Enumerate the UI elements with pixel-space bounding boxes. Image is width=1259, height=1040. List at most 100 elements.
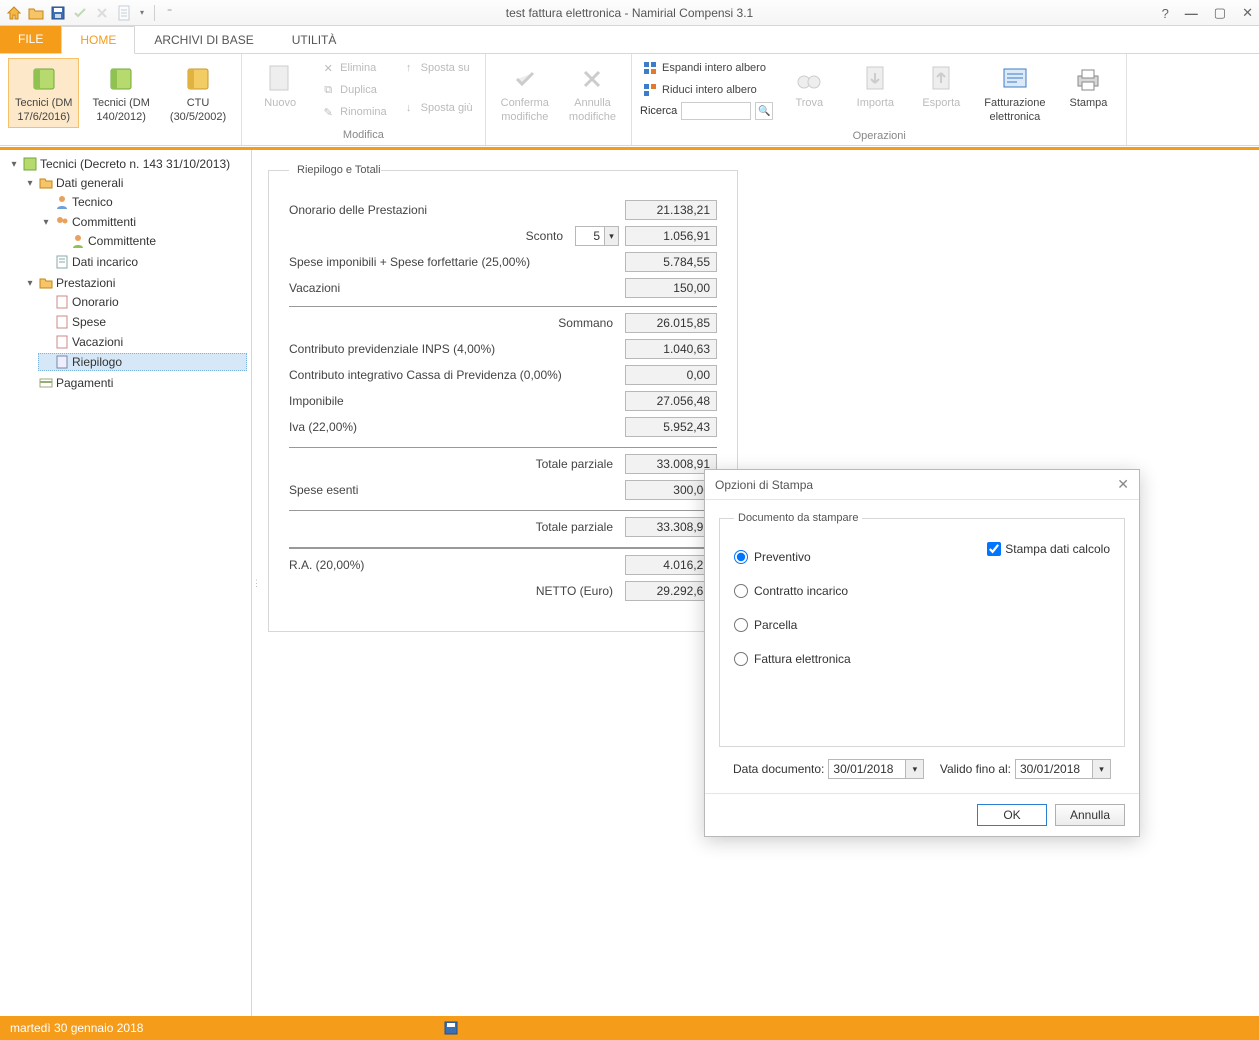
stampa-button[interactable]: Stampa [1058, 58, 1118, 114]
tecnici-dm-2016-button[interactable]: Tecnici (DM 17/6/2016) [8, 58, 79, 128]
imponibile-label: Imponibile [289, 394, 619, 408]
tecnici-dm-2012-button[interactable]: Tecnici (DM 140/2012) [85, 58, 156, 128]
collapse-tree-icon [642, 82, 658, 98]
riduci-albero-button[interactable]: Riduci intero albero [640, 80, 773, 100]
ok-button[interactable]: OK [977, 804, 1047, 826]
minimize-icon[interactable]: — [1185, 6, 1198, 21]
chevron-down-icon[interactable]: ▾ [140, 8, 144, 17]
valido-fino-label: Valido fino al: [940, 762, 1011, 776]
ra-label: R.A. (20,00%) [289, 558, 619, 572]
tree-prestazioni[interactable]: ▾Prestazioni [22, 274, 247, 292]
sconto-stepper[interactable]: 5 ▾ [575, 226, 619, 246]
export-icon [925, 63, 957, 95]
qat-overflow-icon[interactable]: ⁼ [167, 7, 172, 18]
ctu-button[interactable]: CTU (30/5/2002) [163, 58, 233, 128]
tab-utilita[interactable]: UTILITÀ [273, 25, 356, 53]
tree-committenti[interactable]: ▾Committenti [38, 213, 247, 231]
radio-contratto[interactable]: Contratto incarico [734, 584, 848, 598]
quick-access-toolbar: ▾ ⁼ test fattura elettronica - Namirial … [0, 0, 1259, 26]
help-icon[interactable]: ? [1162, 6, 1169, 21]
form-icon [54, 254, 70, 270]
tab-file[interactable]: FILE [0, 25, 61, 53]
chevron-down-icon[interactable]: ▾ [906, 759, 924, 779]
people-icon [54, 214, 70, 230]
radio-parcella[interactable]: Parcella [734, 618, 797, 632]
radio-fattura-elettronica[interactable]: Fattura elettronica [734, 652, 851, 666]
data-documento-field[interactable]: 30/01/2018 [828, 759, 906, 779]
save-icon[interactable] [443, 1020, 459, 1036]
importa-button: Importa [845, 58, 905, 114]
iva-value: 5.952,43 [625, 417, 717, 437]
tree-committente[interactable]: Committente [54, 232, 247, 250]
search-input[interactable] [681, 102, 751, 120]
tree-root[interactable]: ▾Tecnici (Decreto n. 143 31/10/2013) [6, 155, 247, 173]
chevron-down-icon[interactable]: ▾ [604, 227, 618, 245]
cancel-icon[interactable] [94, 5, 110, 21]
tab-archivi[interactable]: ARCHIVI DI BASE [135, 25, 272, 53]
document-icon[interactable] [116, 5, 132, 21]
sconto-label: Sconto [289, 229, 569, 243]
arrow-down-icon: ↓ [401, 100, 417, 116]
project-tree[interactable]: ▾Tecnici (Decreto n. 143 31/10/2013) ▾Da… [4, 154, 247, 394]
data-documento-label: Data documento: [733, 762, 824, 776]
home-icon[interactable] [6, 5, 22, 21]
annulla-button[interactable]: Annulla [1055, 804, 1125, 826]
ribbon-tabs: FILE HOME ARCHIVI DI BASE UTILITÀ [0, 26, 1259, 54]
status-bar: martedì 30 gennaio 2018 [0, 1016, 1259, 1040]
group-label: Modifica [250, 127, 476, 143]
espandi-albero-button[interactable]: Espandi intero albero [640, 58, 773, 78]
tree-spese[interactable]: Spese [38, 313, 247, 331]
booklet-icon [182, 63, 214, 95]
inps-value: 1.040,63 [625, 339, 717, 359]
vacazioni-value: 150,00 [625, 278, 717, 298]
import-icon [859, 63, 891, 95]
person-icon [70, 233, 86, 249]
trova-button: Trova [779, 58, 839, 114]
inps-label: Contributo previdenziale INPS (4,00%) [289, 342, 619, 356]
onorario-value: 21.138,21 [625, 200, 717, 220]
tree-onorario[interactable]: Onorario [38, 293, 247, 311]
tree-pane: ▾Tecnici (Decreto n. 143 31/10/2013) ▾Da… [0, 150, 252, 1016]
nuovo-button: Nuovo [250, 58, 310, 114]
radio-preventivo[interactable]: Preventivo [734, 550, 811, 564]
sommano-value: 26.015,85 [625, 313, 717, 333]
close-icon[interactable]: ✕ [1242, 5, 1253, 21]
search-go-icon[interactable]: 🔍 [755, 102, 773, 120]
open-folder-icon[interactable] [28, 5, 44, 21]
rename-icon: ✎ [320, 104, 336, 120]
fieldset-legend: Riepilogo e Totali [293, 164, 385, 176]
folder-icon [38, 275, 54, 291]
close-icon[interactable]: ✕ [1117, 476, 1129, 493]
duplica-button: ⧉Duplica [316, 80, 390, 100]
tree-dati-incarico[interactable]: Dati incarico [38, 253, 247, 271]
dialog-title: Opzioni di Stampa [715, 478, 813, 492]
new-doc-icon [264, 63, 296, 95]
sheet-icon [54, 334, 70, 350]
stampa-dati-calcolo-checkbox[interactable] [987, 542, 1001, 556]
onorario-label: Onorario delle Prestazioni [289, 203, 619, 217]
spese-label: Spese imponibili + Spese forfettarie (25… [289, 255, 619, 269]
x-icon [576, 63, 608, 95]
booklet-icon [105, 63, 137, 95]
btn-label: (30/5/2002) [170, 111, 226, 123]
valido-fino-field[interactable]: 30/01/2018 [1015, 759, 1093, 779]
fatturazione-elettronica-button[interactable]: Fatturazione elettronica [977, 58, 1052, 128]
splitter-grip-icon[interactable]: ⋮ [252, 581, 261, 585]
btn-label: 17/6/2016) [17, 111, 70, 123]
tree-pagamenti[interactable]: Pagamenti [22, 374, 247, 392]
sposta-su-button: ↑Sposta su [397, 58, 477, 78]
spese-value: 5.784,55 [625, 252, 717, 272]
tree-vacazioni[interactable]: Vacazioni [38, 333, 247, 351]
save-icon[interactable] [50, 5, 66, 21]
confirm-icon[interactable] [72, 5, 88, 21]
maximize-icon[interactable]: ▢ [1214, 5, 1226, 21]
tree-dati-generali[interactable]: ▾Dati generali [22, 174, 247, 192]
spese-esenti-label: Spese esenti [289, 483, 619, 497]
tree-tecnico[interactable]: Tecnico [38, 193, 247, 211]
rinomina-button: ✎Rinomina [316, 102, 390, 122]
tree-riepilogo[interactable]: Riepilogo [38, 353, 247, 371]
binoculars-icon [793, 63, 825, 95]
tab-home[interactable]: HOME [61, 26, 135, 54]
fieldset-legend: Documento da stampare [734, 512, 862, 524]
chevron-down-icon[interactable]: ▾ [1093, 759, 1111, 779]
